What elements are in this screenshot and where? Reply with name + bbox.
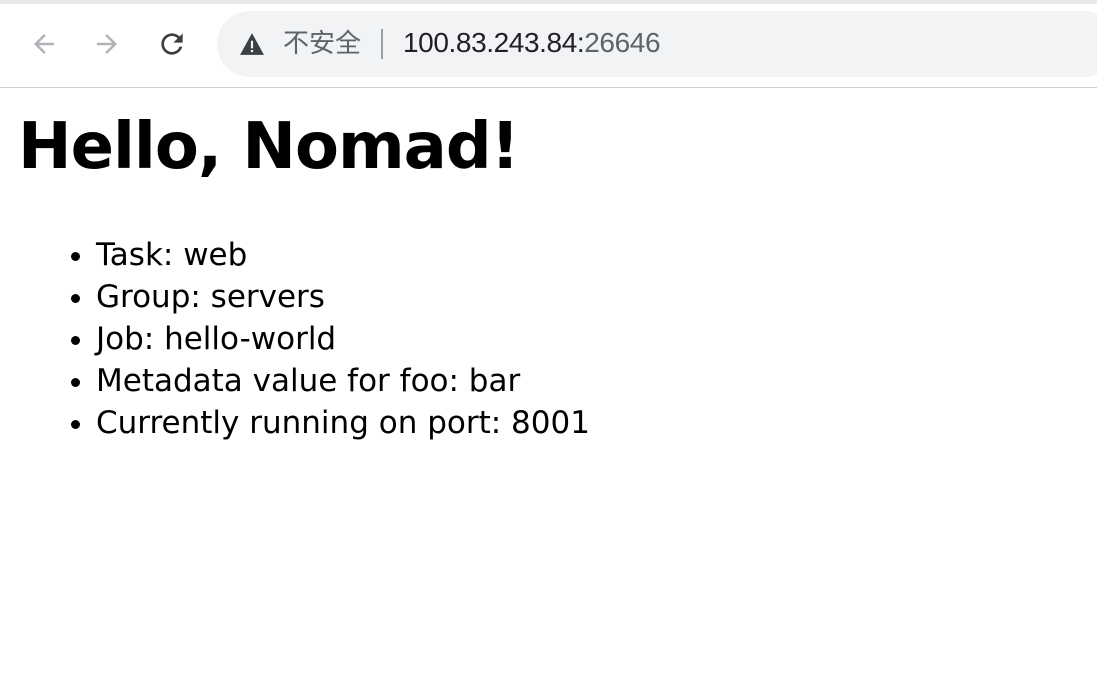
list-item-task: Task: web (96, 234, 590, 276)
omnibox-divider (381, 29, 383, 59)
address-bar[interactable]: 不安全 100.83.243.84:26646 (217, 11, 1097, 77)
list-item-port: Currently running on port: 8001 (96, 402, 590, 444)
arrow-left-icon (34, 34, 54, 54)
page-title: Hello, Nomad! (18, 110, 520, 184)
url-host: 100.83.243.84: (403, 27, 585, 58)
browser-toolbar: 不安全 100.83.243.84:26646 (0, 0, 1097, 88)
list-item-metadata: Metadata value for foo: bar (96, 360, 590, 402)
forward-button[interactable] (85, 22, 129, 66)
reload-icon (161, 33, 183, 55)
list-item-group: Group: servers (96, 276, 590, 318)
arrow-right-icon (97, 34, 117, 54)
reload-button[interactable] (150, 22, 194, 66)
list-item-job: Job: hello-world (96, 318, 590, 360)
url-port: 26646 (584, 27, 661, 58)
page-content: Hello, Nomad! Task: web Group: servers J… (0, 88, 1097, 699)
warning-triangle-icon[interactable] (239, 32, 265, 56)
tab-strip-edge (0, 0, 1097, 4)
security-status-label[interactable]: 不安全 (283, 27, 361, 61)
back-button[interactable] (22, 22, 66, 66)
info-list: Task: web Group: servers Job: hello-worl… (0, 234, 590, 444)
url-text[interactable]: 100.83.243.84:26646 (403, 26, 661, 60)
